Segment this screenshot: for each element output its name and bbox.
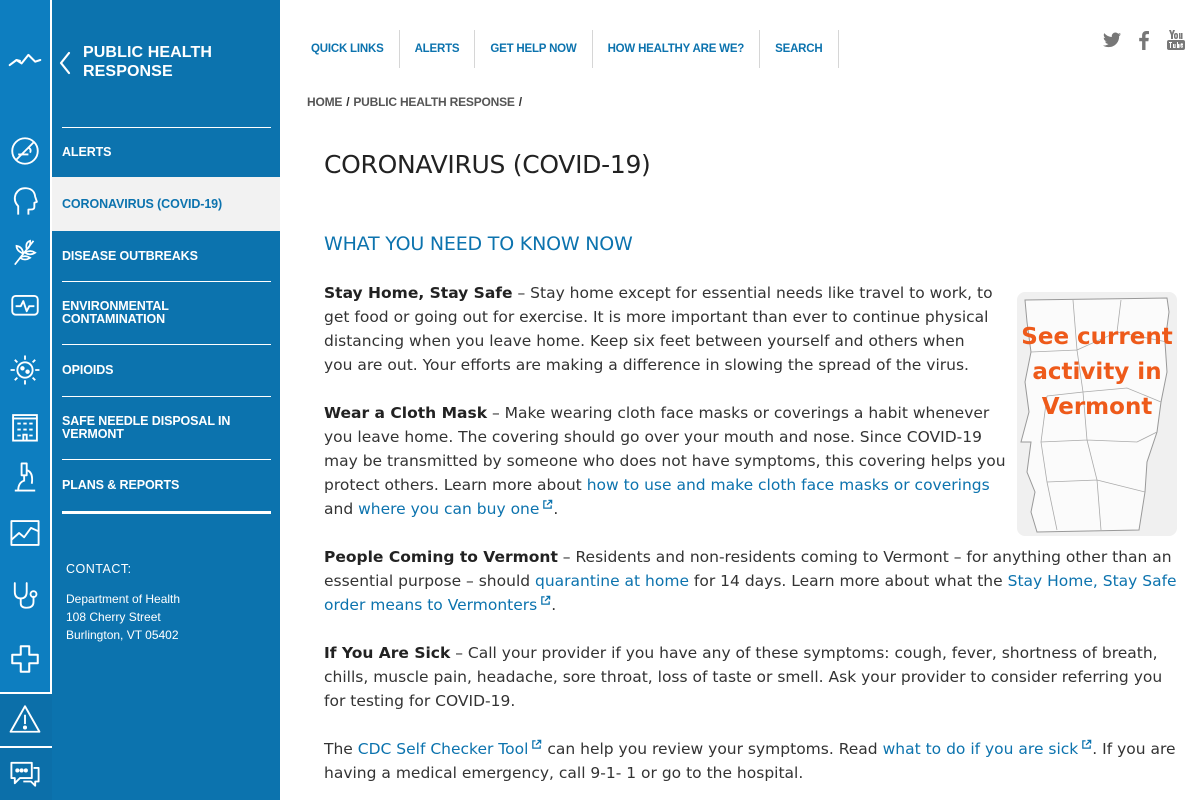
facebook-icon[interactable] bbox=[1134, 30, 1154, 50]
main-content: CORONAVIRUS (COVID-19) WHAT YOU NEED TO … bbox=[324, 150, 1184, 782]
quarantine-link[interactable]: quarantine at home bbox=[535, 572, 689, 590]
cdc-start: The bbox=[324, 740, 358, 758]
wheat-icon[interactable] bbox=[6, 232, 44, 270]
no-smoking-icon[interactable] bbox=[6, 132, 44, 170]
cdc-mid: can help you review your symptoms. Read bbox=[542, 740, 883, 758]
page-title: CORONAVIRUS (COVID-19) bbox=[324, 150, 651, 179]
paragraph-if-you-are-sick: If You Are Sick – Call your provider if … bbox=[324, 641, 1184, 713]
sidebar-item-opioids[interactable]: OPIOIDS bbox=[62, 344, 271, 396]
sidebar-item-coronavirus[interactable]: CORONAVIRUS (COVID-19) bbox=[52, 177, 280, 231]
alert-rail-button[interactable] bbox=[0, 692, 52, 746]
paragraph-cloth-mask: Wear a Cloth Mask – Make wearing cloth f… bbox=[324, 401, 1008, 521]
topnav-alerts[interactable]: ALERTS bbox=[400, 30, 476, 68]
cdc-self-checker-link[interactable]: CDC Self Checker Tool bbox=[358, 740, 529, 758]
breadcrumb-separator: / bbox=[518, 95, 522, 109]
sidebar-nav: ALERTS CORONAVIRUS (COVID-19) DISEASE OU… bbox=[52, 127, 280, 511]
sidebar-item-alerts[interactable]: ALERTS bbox=[62, 127, 271, 177]
breadcrumb: HOME / PUBLIC HEALTH RESPONSE / bbox=[307, 95, 526, 109]
contact-line: 108 Cherry Street bbox=[66, 610, 161, 624]
breadcrumb-separator: / bbox=[346, 95, 350, 109]
external-link-icon bbox=[543, 499, 553, 509]
external-link-icon bbox=[541, 595, 551, 605]
paragraph-coming-to-vermont: People Coming to Vermont – Residents and… bbox=[324, 545, 1184, 617]
cloth-mask-end: . bbox=[553, 500, 559, 518]
building-icon[interactable] bbox=[6, 408, 44, 446]
sidebar-item-safe-needle-disposal[interactable]: SAFE NEEDLE DISPOSAL IN VERMONT bbox=[62, 396, 271, 459]
sidebar-item-environmental-contamination[interactable]: ENVIRONMENTAL CONTAMINATION bbox=[62, 281, 271, 344]
logo-mountain-icon[interactable] bbox=[6, 41, 44, 79]
social-links bbox=[1102, 30, 1186, 50]
sidebar-bottom-rule bbox=[62, 511, 271, 514]
sidebar-header[interactable]: PUBLIC HEALTH RESPONSE bbox=[52, 0, 280, 110]
topnav-how-healthy[interactable]: HOW HEALTHY ARE WE? bbox=[593, 30, 761, 68]
if-sick-heading: If You Are Sick bbox=[324, 644, 451, 662]
youtube-icon[interactable] bbox=[1166, 30, 1186, 50]
what-to-do-if-sick-link[interactable]: what to do if you are sick bbox=[883, 740, 1079, 758]
breadcrumb-public-health-response[interactable]: PUBLIC HEALTH RESPONSE bbox=[353, 95, 515, 109]
sidebar-title[interactable]: PUBLIC HEALTH RESPONSE bbox=[83, 43, 263, 81]
if-sick-text: – Call your provider if you have any of … bbox=[324, 644, 1163, 710]
topnav-get-help-now[interactable]: GET HELP NOW bbox=[475, 30, 593, 68]
chat-rail-button[interactable] bbox=[0, 746, 52, 800]
chat-icon bbox=[6, 754, 44, 792]
external-link-icon bbox=[1082, 739, 1092, 749]
contact-block: CONTACT: Department of Health 108 Cherry… bbox=[66, 562, 180, 644]
coming-to-vermont-end: . bbox=[551, 596, 557, 614]
stethoscope-icon[interactable] bbox=[6, 576, 44, 614]
plus-icon[interactable] bbox=[6, 640, 44, 678]
coming-to-vermont-heading: People Coming to Vermont bbox=[324, 548, 558, 566]
contact-line: Department of Health bbox=[66, 592, 181, 606]
sidebar-item-disease-outbreaks[interactable]: DISEASE OUTBREAKS bbox=[62, 231, 271, 281]
contact-line: Burlington, VT 05402 bbox=[66, 628, 179, 642]
warning-icon bbox=[6, 700, 44, 738]
cloth-mask-heading: Wear a Cloth Mask bbox=[324, 404, 488, 422]
twitter-icon[interactable] bbox=[1102, 30, 1122, 50]
chevron-left-icon[interactable] bbox=[58, 50, 72, 76]
paragraph-cdc-tool: The CDC Self Checker Tool can help you r… bbox=[324, 737, 1184, 785]
top-nav: QUICK LINKS ALERTS GET HELP NOW HOW HEAL… bbox=[296, 30, 839, 68]
section-heading: WHAT YOU NEED TO KNOW NOW bbox=[324, 233, 633, 255]
vermont-activity-map-card[interactable]: See current activity in Vermont bbox=[1017, 292, 1177, 536]
cloth-mask-link[interactable]: how to use and make cloth face masks or … bbox=[587, 476, 990, 494]
contact-label: CONTACT: bbox=[66, 562, 132, 576]
microscope-icon[interactable] bbox=[6, 458, 44, 496]
coming-to-vermont-mid: for 14 days. Learn more about what the bbox=[689, 572, 1008, 590]
section-sidebar: PUBLIC HEALTH RESPONSE ALERTS CORONAVIRU… bbox=[52, 0, 280, 800]
map-card-text[interactable]: See current activity in Vermont bbox=[1017, 320, 1177, 425]
external-link-icon bbox=[532, 739, 542, 749]
head-profile-icon[interactable] bbox=[6, 182, 44, 220]
sidebar-item-plans-reports[interactable]: PLANS & REPORTS bbox=[62, 459, 271, 511]
buy-mask-link[interactable]: where you can buy one bbox=[358, 500, 539, 518]
cloth-mask-mid: and bbox=[324, 500, 359, 518]
virus-sun-icon[interactable] bbox=[6, 351, 44, 389]
topnav-quick-links[interactable]: QUICK LINKS bbox=[296, 30, 400, 68]
paragraph-stay-home: Stay Home, Stay Safe – Stay home except … bbox=[324, 281, 994, 377]
chart-icon[interactable] bbox=[6, 514, 44, 552]
topnav-search[interactable]: SEARCH bbox=[760, 30, 839, 68]
icon-rail bbox=[0, 0, 52, 800]
heart-monitor-icon[interactable] bbox=[6, 288, 44, 326]
breadcrumb-home[interactable]: HOME bbox=[307, 95, 342, 109]
stay-home-heading: Stay Home, Stay Safe bbox=[324, 284, 513, 302]
